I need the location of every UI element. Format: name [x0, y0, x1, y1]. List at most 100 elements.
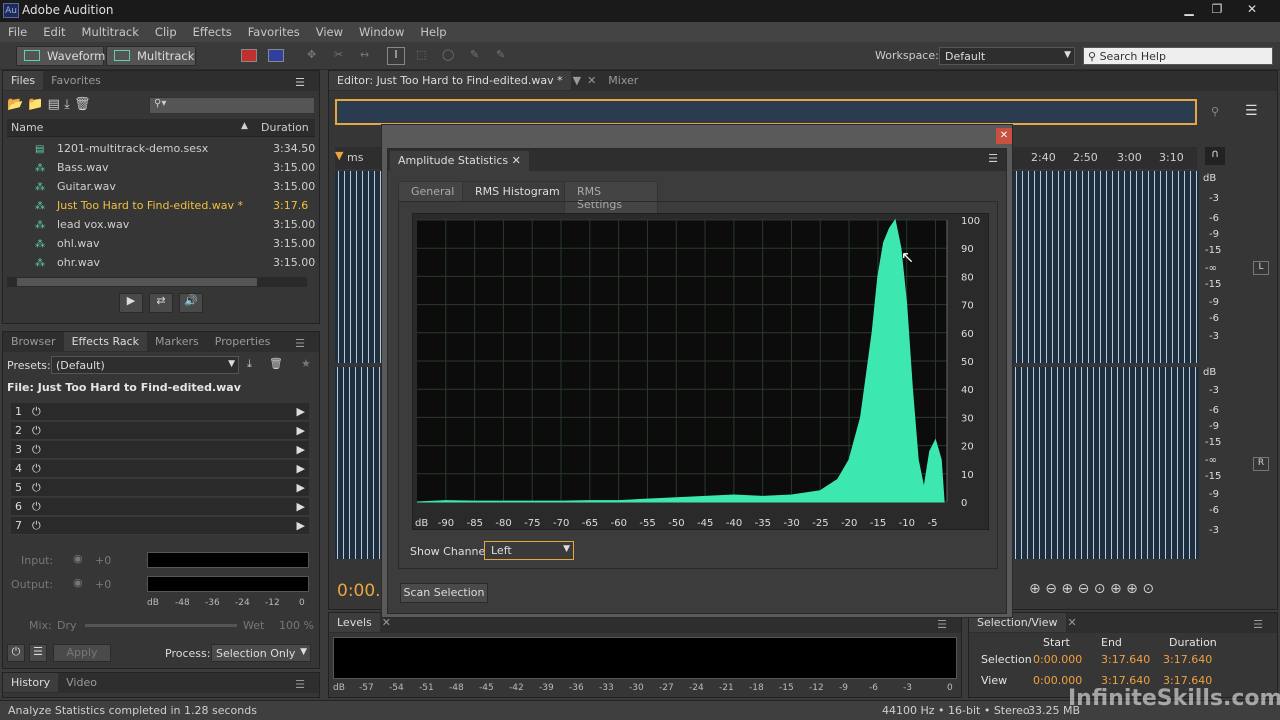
input-knob-icon[interactable]: ◉	[73, 552, 83, 565]
power-icon[interactable]: ⏻	[32, 500, 41, 513]
close-tab-icon[interactable]: ✕	[583, 71, 600, 90]
close-tab-icon[interactable]: ✕	[1066, 613, 1079, 632]
menu-edit[interactable]: Edit	[35, 22, 73, 39]
marquee-tool-icon[interactable]: ⬚	[416, 48, 426, 61]
power-icon[interactable]: ⏻	[32, 443, 41, 456]
lasso-tool-icon[interactable]: ◯	[442, 48, 454, 61]
play-button[interactable]: ▶	[119, 293, 143, 313]
import-icon[interactable]: 📁	[27, 97, 43, 112]
workspace-select[interactable]: Default ▼	[939, 47, 1075, 65]
playhead-marker-icon[interactable]: ▼	[335, 149, 343, 162]
zoom-overview-icon[interactable]: ⚲	[1211, 105, 1219, 118]
overview-bar[interactable]	[335, 99, 1197, 125]
presets-select[interactable]: (Default) ▼	[51, 356, 239, 374]
zoom-in-amplitude-icon[interactable]: ⊕	[1029, 581, 1041, 597]
search-help-input[interactable]: ⚲ Search Help	[1083, 47, 1273, 65]
waveform-button[interactable]: Waveform	[16, 46, 105, 66]
tab-rms-histogram[interactable]: RMS Histogram	[462, 181, 573, 202]
power-icon[interactable]: ⏻	[32, 405, 41, 418]
chevron-right-icon[interactable]: ▶	[297, 479, 305, 497]
tab-properties[interactable]: Properties	[207, 332, 279, 351]
minimize-icon[interactable]: ▁	[1178, 2, 1200, 18]
menu-help[interactable]: Help	[412, 22, 454, 39]
zoom-in-left-icon[interactable]: ⊕	[1110, 581, 1122, 597]
selection-end[interactable]: 3:17.640	[1101, 653, 1150, 666]
move-tool-icon[interactable]: ✥	[307, 48, 316, 61]
power-icon[interactable]: ⏻	[32, 462, 41, 475]
tab-markers[interactable]: Markers	[147, 332, 207, 351]
mix-percent[interactable]: 100 %	[279, 619, 314, 632]
selection-start[interactable]: 0:00.000	[1033, 653, 1082, 666]
list-item[interactable]: ▤ 1201-multitrack-demo.sesx 3:34.50	[11, 139, 315, 158]
scan-selection-button[interactable]: Scan Selection	[400, 583, 488, 603]
chevron-right-icon[interactable]: ▶	[297, 422, 305, 440]
zoom-out-amplitude-icon[interactable]: ⊖	[1045, 581, 1057, 597]
panel-menu-icon[interactable]: ☰	[988, 152, 998, 165]
power-button[interactable]: ⏻	[7, 644, 25, 662]
menu-favorites[interactable]: Favorites	[240, 22, 308, 39]
panel-menu-icon[interactable]: ☰	[1245, 615, 1271, 634]
zoom-in-right-icon[interactable]: ⊕	[1126, 581, 1138, 597]
menu-effects[interactable]: Effects	[185, 22, 240, 39]
spot-heal-icon[interactable]: ✎	[496, 48, 505, 61]
panel-menu-icon[interactable]: ☰	[287, 675, 313, 694]
zoom-in-icon[interactable]: ⊕	[1061, 581, 1073, 597]
process-select[interactable]: Selection Only ▼	[211, 644, 311, 662]
effect-slot[interactable]: 6 ⏻ ▶	[11, 498, 309, 516]
list-item[interactable]: ⁂ Guitar.wav 3:15.00	[11, 177, 315, 196]
close-tab-icon[interactable]: ✕	[512, 154, 521, 167]
menu-multitrack[interactable]: Multitrack	[74, 22, 147, 39]
file-search-input[interactable]: ⚲▾	[149, 97, 315, 114]
chevron-right-icon[interactable]: ▶	[297, 498, 305, 516]
mix-slider[interactable]	[85, 624, 237, 627]
menu-view[interactable]: View	[308, 22, 351, 39]
zoom-full-icon[interactable]: ⊙	[1094, 581, 1106, 597]
col-name-header[interactable]: Name	[11, 121, 43, 134]
autoplay-button[interactable]: 🔊	[179, 293, 203, 313]
chevron-down-icon[interactable]: ▼	[571, 71, 583, 90]
effect-slot[interactable]: 4 ⏻ ▶	[11, 460, 309, 478]
tab-effects-rack[interactable]: Effects Rack	[63, 332, 148, 351]
trash-icon[interactable]: 🗑	[74, 97, 91, 112]
slip-tool-icon[interactable]: ↔	[360, 48, 369, 61]
chevron-right-icon[interactable]: ▶	[297, 441, 305, 459]
tab-files[interactable]: Files	[3, 71, 44, 90]
dialog-close-icon[interactable]: ✕	[996, 128, 1012, 144]
list-item[interactable]: ⁂ Bass.wav 3:15.00	[11, 158, 315, 177]
power-icon[interactable]: ⏻	[32, 424, 41, 437]
dialog-title-tab[interactable]: Amplitude Statistics ✕	[390, 151, 529, 171]
col-duration-header[interactable]: Duration	[261, 121, 309, 134]
trash-icon[interactable]: 🗑	[269, 357, 283, 370]
chevron-right-icon[interactable]: ▶	[297, 517, 305, 535]
menu-clip[interactable]: Clip	[147, 22, 185, 39]
effect-slot[interactable]: 5 ⏻ ▶	[11, 479, 309, 497]
tab-video[interactable]: Video	[58, 673, 105, 692]
panel-menu-icon[interactable]: ☰	[287, 73, 313, 92]
horizontal-scrollbar[interactable]	[7, 277, 307, 287]
apply-button[interactable]: Apply	[53, 644, 111, 662]
power-icon[interactable]: ⏻	[32, 481, 41, 494]
list-item[interactable]: ⁂ lead vox.wav 3:15.00	[11, 215, 315, 234]
chevron-right-icon[interactable]: ▶	[297, 460, 305, 478]
panel-menu-icon[interactable]: ☰	[287, 334, 313, 353]
list-item[interactable]: ⁂ ohr.wav 3:15.00	[11, 253, 315, 272]
panel-menu-icon[interactable]: ☰	[1245, 103, 1258, 119]
tab-editor[interactable]: Editor: Just Too Hard to Find-edited.wav…	[329, 71, 571, 90]
open-folder-icon[interactable]: 📂	[7, 97, 23, 112]
effect-slot[interactable]: 2 ⏻ ▶	[11, 422, 309, 440]
save-icon[interactable]: ⤓	[64, 97, 70, 112]
channel-r-label[interactable]: R	[1253, 457, 1269, 471]
tab-levels[interactable]: Levels	[329, 613, 380, 632]
save-preset-icon[interactable]: ⤓	[247, 357, 252, 371]
output-value[interactable]: +0	[95, 578, 111, 591]
tab-mixer[interactable]: Mixer	[600, 71, 646, 90]
multitrack-button[interactable]: Multitrack	[106, 46, 196, 66]
loop-button[interactable]: ⇄	[149, 293, 173, 313]
list-item-active[interactable]: ⁂ Just Too Hard to Find-edited.wav * 3:17.…	[11, 196, 311, 215]
menu-file[interactable]: File	[0, 22, 35, 39]
headphone-icon[interactable]: ∩	[1205, 147, 1225, 165]
time-selection-tool-icon[interactable]: I	[387, 47, 405, 65]
chevron-right-icon[interactable]: ▶	[297, 403, 305, 421]
close-icon[interactable]: ✕	[1240, 2, 1264, 18]
tab-general[interactable]: General	[398, 181, 468, 202]
